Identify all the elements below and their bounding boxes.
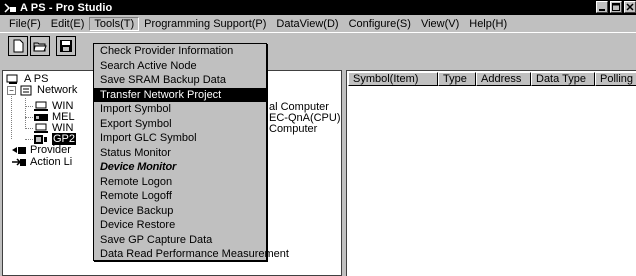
minimize-icon: [599, 9, 605, 11]
column-header-symbol[interactable]: Symbol(Item): [348, 72, 438, 86]
window-controls: [596, 1, 636, 13]
menu-item-status-monitor[interactable]: Status Monitor: [94, 146, 266, 161]
computer-icon: [5, 74, 21, 85]
column-header-type[interactable]: Type: [438, 72, 476, 86]
menu-view[interactable]: View(V): [416, 17, 464, 31]
menu-item-data-read-perf[interactable]: Data Read Performance Measurement: [94, 247, 289, 262]
tree-connector: [25, 106, 33, 107]
tree-item-label: Provider: [30, 144, 71, 156]
menu-item-export-symbol[interactable]: Export Symbol: [94, 117, 266, 132]
menu-item-remote-logoff[interactable]: Remote Logoff: [94, 189, 266, 204]
menu-item-check-provider[interactable]: Check Provider Information: [94, 44, 266, 59]
plc-node-icon: [33, 112, 49, 123]
open-folder-icon: [33, 42, 47, 52]
new-button[interactable]: [8, 36, 28, 56]
window-title: A PS - Pro Studio: [20, 1, 113, 14]
menu-help[interactable]: Help(H): [464, 17, 512, 31]
open-button[interactable]: [30, 36, 50, 56]
title-bar: A PS - Pro Studio: [0, 0, 636, 15]
menu-item-device-backup[interactable]: Device Backup: [94, 204, 266, 219]
menu-item-device-restore[interactable]: Device Restore: [94, 218, 266, 233]
maximize-icon: [612, 3, 620, 11]
menu-item-import-symbol[interactable]: Import Symbol: [94, 102, 266, 117]
menu-bar: File(F) Edit(E) Tools(T) Programming Sup…: [0, 15, 636, 32]
tree-item-label: Action Li: [30, 156, 73, 168]
close-button[interactable]: [624, 1, 636, 13]
minimize-button[interactable]: [596, 1, 608, 13]
app-icon: [4, 2, 16, 13]
menu-item-device-monitor[interactable]: Device Monitor: [94, 160, 266, 175]
tree-expander[interactable]: −: [7, 86, 16, 95]
gp-node-icon: [33, 134, 49, 145]
save-disk-icon: [60, 40, 72, 52]
menu-edit[interactable]: Edit(E): [46, 17, 90, 31]
menu-tools[interactable]: Tools(T): [89, 16, 140, 31]
column-header-polling[interactable]: Polling T: [595, 72, 636, 86]
menu-programming-support[interactable]: Programming Support(P): [139, 17, 271, 31]
menu-configure[interactable]: Configure(S): [344, 17, 416, 31]
symbol-list: Symbol(Item) Type Address Data Type Poll…: [346, 70, 636, 276]
menu-item-remote-logon[interactable]: Remote Logon: [94, 175, 266, 190]
menu-item-search-node[interactable]: Search Active Node: [94, 59, 266, 74]
save-button[interactable]: [56, 36, 76, 56]
column-header-address[interactable]: Address: [476, 72, 531, 86]
tree-item-provider[interactable]: Provider: [11, 144, 71, 156]
tree-item-network[interactable]: Network: [18, 84, 77, 96]
menu-item-save-sram[interactable]: Save SRAM Backup Data: [94, 73, 266, 88]
tree-node-description: Computer: [269, 123, 318, 135]
tree-connector: [25, 128, 33, 129]
tree-item-action[interactable]: Action Li: [11, 156, 72, 168]
tree-connector: [25, 117, 33, 118]
tools-menu-dropdown: Check Provider Information Search Active…: [93, 43, 289, 262]
provider-icon: [11, 145, 27, 156]
menu-item-save-gp-capture[interactable]: Save GP Capture Data: [94, 233, 266, 248]
pc-node-icon: [33, 101, 49, 112]
action-icon: [11, 157, 27, 168]
network-icon: [18, 85, 34, 96]
column-header-data-type[interactable]: Data Type: [531, 72, 595, 86]
pc-node-icon: [33, 123, 49, 134]
menu-file[interactable]: File(F): [4, 17, 46, 31]
tree-connector: [25, 98, 26, 129]
maximize-button[interactable]: [610, 1, 622, 13]
menu-item-import-glc[interactable]: Import GLC Symbol: [94, 131, 266, 146]
tree-item-label: Network: [37, 84, 78, 96]
tree-connector: [25, 139, 33, 140]
menu-dataview[interactable]: DataView(D): [271, 17, 343, 31]
menu-item-transfer-network[interactable]: Transfer Network Project: [94, 87, 266, 102]
new-document-icon: [13, 39, 24, 53]
close-icon: [626, 3, 634, 11]
